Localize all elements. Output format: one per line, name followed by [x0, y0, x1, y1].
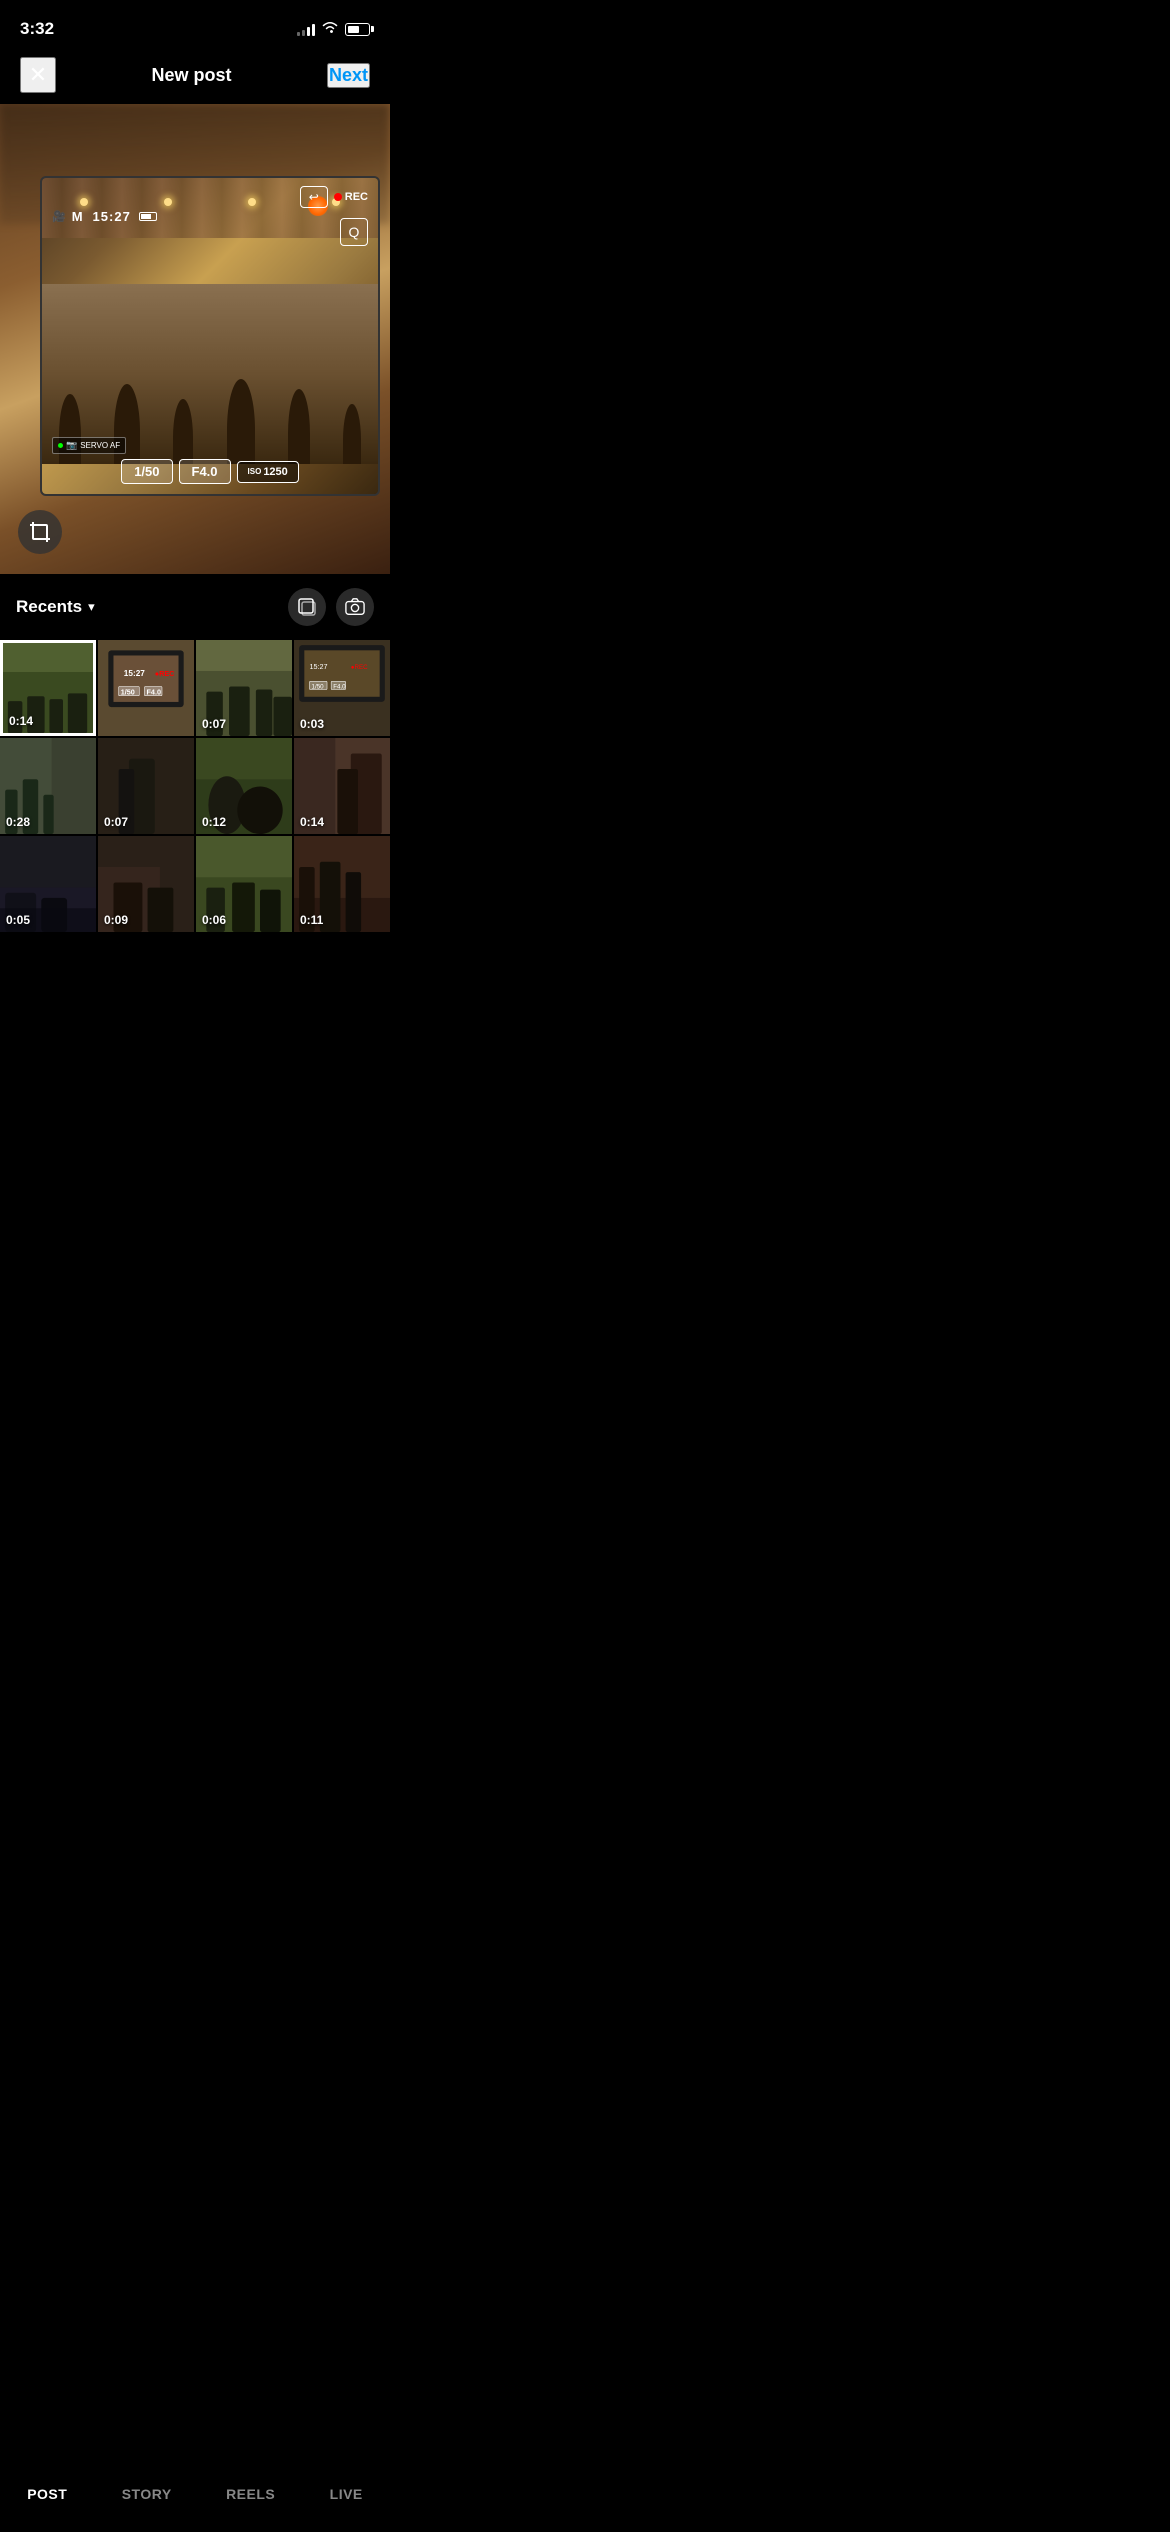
aperture[interactable]: F4.0	[179, 459, 231, 484]
next-button[interactable]: Next	[327, 63, 370, 88]
svg-text:1/50: 1/50	[121, 688, 135, 697]
close-button[interactable]: ✕	[20, 57, 56, 93]
signal-bar-4	[312, 24, 315, 36]
svg-text:●REC: ●REC	[155, 669, 175, 678]
thumbnail-1[interactable]: 0:14	[0, 640, 96, 736]
servo-af-indicator: 📷 SERVO AF	[52, 437, 126, 454]
thumbnail-12[interactable]: 0:11	[294, 836, 390, 932]
gallery-header: Recents ▾	[0, 574, 390, 640]
svg-text:F4.0: F4.0	[147, 688, 161, 697]
camera-mode: 🎥 M 15:27	[52, 209, 157, 224]
servo-label: SERVO AF	[80, 441, 120, 450]
battery-fill	[348, 26, 359, 33]
iso-setting[interactable]: ISO 1250	[237, 461, 299, 483]
signal-bar-2	[302, 30, 305, 36]
tab-story[interactable]: STORY	[122, 2486, 172, 2502]
multi-select-button[interactable]	[288, 588, 326, 626]
tab-live[interactable]: LIVE	[330, 2486, 363, 2502]
mode-label: M	[72, 209, 83, 224]
camera-battery	[139, 212, 157, 221]
status-time: 3:32	[20, 19, 54, 39]
svg-text:15:27: 15:27	[309, 662, 327, 671]
crop-icon	[30, 522, 50, 542]
thumbnail-grid: 0:14 15:27 ●REC 1/50 F4.0 0:07	[0, 640, 390, 932]
camera-screen-inner: 🎥 M 15:27 ↩ R	[42, 178, 378, 494]
svg-text:15:27: 15:27	[124, 669, 146, 678]
thumb-duration-8: 0:14	[300, 815, 324, 829]
camera-right-buttons: ↩ REC Q	[300, 186, 368, 246]
camera-launch-button[interactable]	[336, 588, 374, 626]
iso-value: 1250	[263, 466, 287, 478]
camera-time: 15:27	[93, 209, 131, 224]
status-bar: 3:32	[0, 0, 390, 50]
tab-reels[interactable]: REELS	[226, 2486, 275, 2502]
camera-launch-icon	[345, 597, 365, 617]
thumb-duration-7: 0:12	[202, 815, 226, 829]
rec-dot	[334, 193, 342, 201]
thumb-duration-3: 0:07	[202, 717, 226, 731]
thumb-duration-5: 0:28	[6, 815, 30, 829]
svg-text:●REC: ●REC	[351, 664, 368, 671]
camera-screen: 🎥 M 15:27 ↩ R	[40, 176, 380, 496]
thumb-duration-12: 0:11	[300, 913, 323, 927]
wifi-icon	[321, 21, 339, 37]
thumb-image-2: 15:27 ●REC 1/50 F4.0	[98, 640, 194, 736]
svg-text:F4.0: F4.0	[333, 684, 346, 691]
signal-bars-icon	[297, 22, 315, 36]
thumbnail-4[interactable]: 15:27 ●REC 1/50 F4.0 0:03	[294, 640, 390, 736]
crop-button[interactable]	[18, 510, 62, 554]
thumb-duration-4: 0:03	[300, 717, 324, 731]
thumbnail-10[interactable]: 0:09	[98, 836, 194, 932]
thumb-duration-11: 0:06	[202, 913, 226, 927]
servo-icon: 📷	[66, 440, 77, 451]
thumb-duration-10: 0:09	[104, 913, 128, 927]
main-preview: 🎥 M 15:27 ↩ R	[0, 104, 390, 574]
camera-background: 🎥 M 15:27 ↩ R	[0, 104, 390, 574]
thumbnail-8[interactable]: 0:14	[294, 738, 390, 834]
status-icons	[297, 21, 370, 37]
nav-bar: ✕ New post Next	[0, 50, 390, 104]
camera-top-bar: 🎥 M 15:27 ↩ R	[52, 186, 368, 246]
signal-bar-1	[297, 32, 300, 36]
page-title: New post	[151, 65, 231, 86]
tab-post[interactable]: POST	[27, 2486, 67, 2502]
camera-battery-fill	[141, 214, 151, 219]
svg-text:1/50: 1/50	[312, 684, 325, 691]
camera-back-button[interactable]: ↩	[300, 186, 328, 208]
thumb-duration-1: 0:14	[9, 714, 33, 728]
thumbnail-6[interactable]: 0:07	[98, 738, 194, 834]
iso-label: ISO	[248, 467, 262, 476]
signal-bar-3	[307, 27, 310, 36]
thumbnail-5[interactable]: 0:28	[0, 738, 96, 834]
recents-dropdown-button[interactable]: Recents ▾	[16, 597, 95, 617]
rec-label: REC	[345, 191, 368, 203]
chevron-down-icon: ▾	[88, 599, 95, 615]
thumbnail-7[interactable]: 0:12	[196, 738, 292, 834]
camera-q-button[interactable]: Q	[340, 218, 368, 246]
thumb-duration-9: 0:05	[6, 913, 30, 927]
gallery-actions	[288, 588, 374, 626]
recents-label: Recents	[16, 597, 82, 617]
camera-bottom-bar: 1/50 F4.0 ISO 1250	[42, 459, 378, 484]
thumbnail-9[interactable]: 0:05	[0, 836, 96, 932]
bottom-navigation: POST STORY REELS LIVE	[0, 2470, 390, 2532]
multi-select-icon	[297, 597, 317, 617]
thumbnail-2[interactable]: 15:27 ●REC 1/50 F4.0	[98, 640, 194, 736]
servo-dot	[58, 443, 63, 448]
battery-icon	[345, 23, 370, 36]
thumbnail-3[interactable]: 0:07	[196, 640, 292, 736]
camera-icon: 🎥	[52, 210, 66, 223]
thumb-duration-6: 0:07	[104, 815, 128, 829]
thumbnail-11[interactable]: 0:06	[196, 836, 292, 932]
camera-rec-indicator: REC	[334, 191, 368, 203]
shutter-speed[interactable]: 1/50	[121, 459, 172, 484]
camera-ui-overlay: 🎥 M 15:27 ↩ R	[42, 178, 378, 494]
